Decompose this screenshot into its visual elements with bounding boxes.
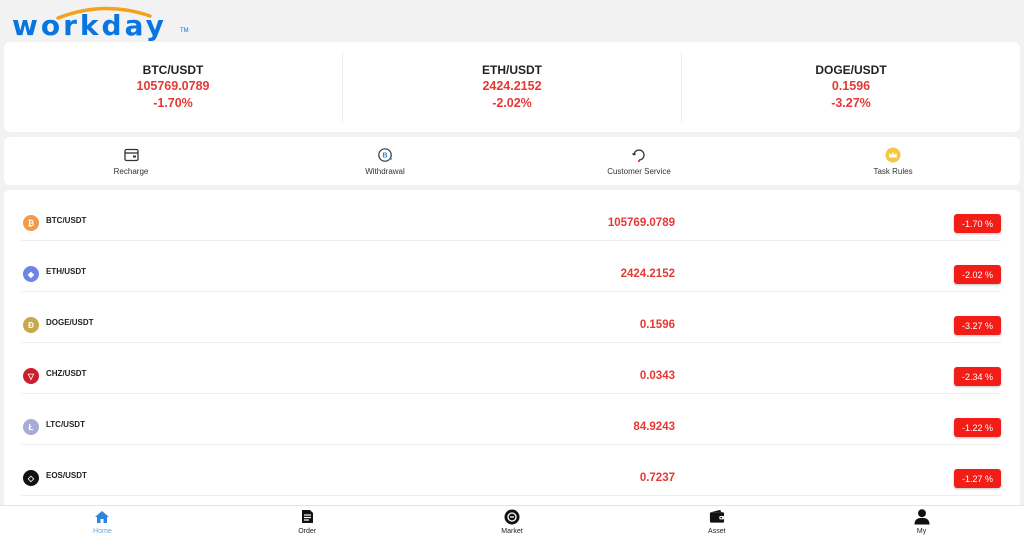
ticker-price: 0.1596 (831, 79, 871, 93)
home-icon (94, 509, 110, 525)
document-icon (299, 509, 315, 525)
ltc-icon: Ł (23, 419, 39, 435)
logo-trademark: TM (180, 28, 189, 34)
ticker-pair: BTC/USDT (142, 63, 204, 77)
eth-icon: ◆ (23, 266, 39, 282)
menu-label: Withdrawal (365, 166, 405, 176)
market-row-eth[interactable]: ◆ ETH/USDT 2424.2152 -2.02 % (21, 241, 1001, 292)
user-icon (914, 509, 930, 525)
wallet-icon (709, 509, 725, 525)
coin-pair: BTC/USDT (46, 216, 87, 225)
change-badge: -1.70 % (954, 214, 1001, 233)
ticker-doge[interactable]: DOGE/USDT 0.1596 -3.27% (682, 52, 1020, 122)
coin-pair: EOS/USDT (46, 471, 87, 480)
ticker-price: 2424.2152 (482, 79, 542, 93)
customer-service-icon (631, 147, 647, 163)
logo-text: workday (12, 9, 167, 42)
chz-icon: ▽ (23, 368, 39, 384)
change-badge: -1.27 % (954, 469, 1001, 488)
ticker-change: -3.27% (831, 96, 871, 110)
coin-price: 84.9243 (633, 421, 675, 433)
coin-price: 105769.0789 (607, 217, 675, 229)
menu-label: Task Rules (873, 166, 913, 176)
ticker-pair: DOGE/USDT (815, 63, 887, 77)
market-row-btc[interactable]: ₿ BTC/USDT 105769.0789 -1.70 % (21, 190, 1001, 241)
market-list: ₿ BTC/USDT 105769.0789 -1.70 % ◆ ETH/USD… (4, 190, 1020, 505)
market-icon (504, 509, 520, 525)
market-row-eos[interactable]: ◇ EOS/USDT 0.7237 -1.27 % (21, 445, 1001, 496)
wallet-card-icon (123, 147, 139, 163)
market-row-doge[interactable]: Ð DOGE/USDT 0.1596 -3.27 % (21, 292, 1001, 343)
nav-asset[interactable]: Asset (614, 506, 819, 537)
ticker-pair: ETH/USDT (482, 63, 542, 77)
workday-logo[interactable]: workday TM (12, 4, 189, 42)
menu-withdrawal[interactable]: B Withdrawal (258, 137, 512, 185)
nav-label: Market (501, 527, 523, 535)
change-badge: -3.27 % (954, 316, 1001, 335)
nav-my[interactable]: My (819, 506, 1024, 537)
coin-pair: CHZ/USDT (46, 369, 87, 378)
nav-label: Order (298, 527, 317, 535)
bottom-nav: Home Order Market Asset My (0, 505, 1024, 537)
coin-pair: DOGE/USDT (46, 318, 94, 327)
coin-price: 2424.2152 (620, 268, 675, 280)
ticker-change: -1.70% (153, 96, 193, 110)
doge-icon: Ð (23, 317, 39, 333)
nav-order[interactable]: Order (205, 506, 410, 537)
menu-label: Customer Service (607, 166, 671, 176)
withdraw-coin-icon: B (377, 147, 393, 163)
menu-recharge[interactable]: Recharge (4, 137, 258, 185)
coin-price: 0.1596 (639, 319, 675, 331)
coin-price: 0.0343 (639, 370, 675, 382)
change-badge: -2.34 % (954, 367, 1001, 386)
nav-label: My (916, 527, 927, 535)
eos-icon: ◇ (23, 470, 39, 486)
crown-icon (885, 147, 901, 163)
header: workday TM (0, 0, 1024, 42)
nav-label: Asset (708, 527, 726, 535)
market-row-ltc[interactable]: Ł LTC/USDT 84.9243 -1.22 % (21, 394, 1001, 445)
menu-customer-service[interactable]: Customer Service (512, 137, 766, 185)
menu-task-rules[interactable]: Task Rules (766, 137, 1020, 185)
svg-text:B: B (382, 152, 387, 159)
ticker-eth[interactable]: ETH/USDT 2424.2152 -2.02% (343, 52, 682, 122)
ticker-price: 105769.0789 (136, 79, 210, 93)
ticker-summary: BTC/USDT 105769.0789 -1.70% ETH/USDT 242… (4, 42, 1020, 132)
coin-price: 0.7237 (639, 472, 675, 484)
nav-label: Home (93, 527, 112, 535)
change-badge: -1.22 % (954, 418, 1001, 437)
btc-icon: ₿ (23, 215, 39, 231)
nav-market[interactable]: Market (410, 506, 615, 537)
change-badge: -2.02 % (954, 265, 1001, 284)
ticker-change: -2.02% (492, 96, 532, 110)
coin-pair: LTC/USDT (46, 420, 85, 429)
ticker-btc[interactable]: BTC/USDT 105769.0789 -1.70% (4, 52, 343, 122)
nav-home[interactable]: Home (0, 506, 205, 537)
coin-pair: ETH/USDT (46, 267, 86, 276)
menu-label: Recharge (113, 166, 149, 176)
quick-menu: Recharge B Withdrawal Customer Service T… (4, 137, 1020, 185)
market-row-chz[interactable]: ▽ CHZ/USDT 0.0343 -2.34 % (21, 343, 1001, 394)
